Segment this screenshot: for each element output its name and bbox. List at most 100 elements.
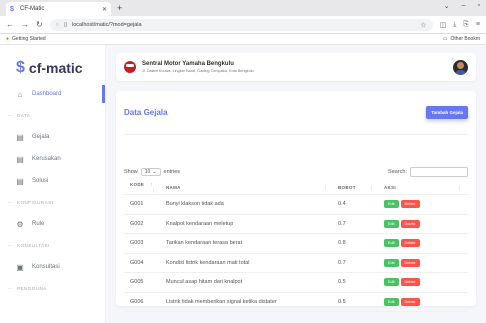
- cell-aksi: Edit Delete: [380, 233, 468, 254]
- show-label: Show: [124, 169, 138, 175]
- entries-label: entries: [163, 169, 181, 175]
- entries-select[interactable]: 10 ⌄: [140, 168, 161, 176]
- table-row: G004 Kondisi listrik kendaraan mati total…: [124, 253, 468, 273]
- store-name: Sentral Motor Yamaha Bengkulu: [142, 61, 234, 67]
- cell-bobot: 0.7: [334, 214, 380, 234]
- pocket-icon[interactable]: ◫: [440, 21, 447, 29]
- main-content: Sentral Motor Yamaha Bengkulu Jl. Dalam …: [106, 45, 486, 323]
- sidebar-item-label: Rule: [32, 221, 45, 227]
- cell-bobot: 0.8: [334, 233, 380, 254]
- cell-bobot: 0.5: [334, 272, 380, 293]
- dollar-logo-icon: $: [16, 59, 25, 76]
- cell-aksi: Edit Delete: [380, 194, 468, 215]
- avatar[interactable]: [453, 59, 468, 75]
- add-gejala-button[interactable]: Tambah Gejala: [426, 106, 468, 119]
- reload-icon[interactable]: ↻: [36, 20, 43, 29]
- delete-button[interactable]: Delete: [400, 239, 420, 248]
- table-row: G005 Muncul asap hitam dari knalpot 0.5 Edi…: [124, 272, 468, 293]
- extensions-icon[interactable]: ⎘: [463, 21, 469, 29]
- cell-nama: Muncul asap hitam dari knalpot: [162, 272, 334, 293]
- table-icon: ▤: [16, 132, 24, 142]
- window-controls: ⌄ – ▫: [444, 2, 480, 10]
- nav-section-header: — DATA: [8, 113, 31, 118]
- page-title: Data Gejala: [124, 108, 168, 117]
- cell-kode: G005: [124, 272, 162, 293]
- sidebar-item-kerusakan[interactable]: ▤ Kerusakan: [0, 148, 105, 170]
- bookmarks-bar: ● Getting Started ▭ Other Bookm: [0, 34, 486, 45]
- back-icon[interactable]: ←: [6, 20, 14, 29]
- column-header-aksi[interactable]: AKSI ⋮: [380, 182, 468, 195]
- table-icon: ▤: [16, 176, 24, 186]
- table-row: G001 Bunyi klakson tidak ada 0.4 Edit Delete: [124, 194, 468, 215]
- maximize-icon[interactable]: ▫: [478, 2, 480, 10]
- sidebar-item-dashboard[interactable]: ⌂ Dashboard: [0, 83, 105, 105]
- browser-toolbar: ← → ↻ ◌ ▯ localhost/matic/?mod=gejala ☆ …: [0, 16, 486, 34]
- nav-section-header: — PENGGUNA: [8, 286, 47, 291]
- column-header-kode[interactable]: KODE ↑ ⋮: [124, 182, 162, 195]
- firefox-icon: ●: [6, 36, 10, 42]
- edit-button[interactable]: Edit: [384, 258, 399, 267]
- address-bar[interactable]: ◌ ▯ localhost/matic/?mod=gejala ☆: [49, 18, 433, 31]
- search-input[interactable]: [410, 167, 468, 177]
- forward-icon[interactable]: →: [21, 20, 29, 29]
- close-tab-icon[interactable]: ✕: [102, 6, 107, 13]
- cell-aksi: Edit Delete: [380, 253, 468, 273]
- cell-aksi: Edit Delete: [380, 292, 468, 312]
- new-tab-icon[interactable]: +: [117, 3, 122, 13]
- nav-section-header: — KONFIGURASI: [8, 200, 54, 205]
- cell-bobot: 0.4: [334, 194, 380, 215]
- cell-kode: G001: [124, 194, 162, 215]
- cf-matic-favicon-icon: $: [10, 5, 14, 13]
- yamaha-logo-icon: [124, 61, 136, 73]
- home-icon: ⌂: [17, 89, 23, 99]
- cell-bobot: 0.7: [334, 253, 380, 273]
- table-row: G006 Listrik tidak memberikan signal keti…: [124, 292, 468, 312]
- bookmark-getting-started[interactable]: ● Getting Started: [6, 36, 46, 42]
- delete-button[interactable]: Delete: [400, 278, 420, 287]
- column-header-nama[interactable]: NAMA ⋮: [162, 182, 334, 195]
- edit-button[interactable]: Edit: [384, 239, 399, 248]
- app: $ cf-matic ⌂ Dashboard — DATA ▤ Gejala ▤ Kerusa…: [0, 45, 486, 323]
- sidebar-item-label: Dashboard: [32, 91, 62, 97]
- other-bookmarks[interactable]: ▭ Other Bookm: [443, 36, 480, 42]
- cell-nama: Listrik tidak memberikan signal ketika d…: [162, 292, 334, 312]
- cell-kode: G004: [124, 253, 162, 273]
- tab-search-chevron-icon[interactable]: ⌄: [444, 2, 450, 10]
- delete-button[interactable]: Delete: [400, 297, 420, 306]
- sort-ascending-icon: ↑: [150, 182, 154, 188]
- menu-icon[interactable]: ≡: [476, 21, 480, 29]
- clipboard-icon: ▣: [16, 262, 24, 272]
- edit-button[interactable]: Edit: [384, 219, 399, 228]
- sidebar-item-gejala[interactable]: ▤ Gejala: [0, 126, 105, 148]
- store-address: Jl. Dalam Kouwa, Lingkar Barat, Gading C…: [142, 69, 254, 73]
- cell-nama: Knalpot kendaraan meletup: [162, 214, 334, 234]
- table-row: G003 Tarikan kendaraan terasa berat 0.8 Edi…: [124, 233, 468, 254]
- sidebar-item-rule[interactable]: ⚙ Rule: [0, 213, 105, 235]
- edit-button[interactable]: Edit: [384, 297, 399, 306]
- delete-button[interactable]: Delete: [400, 258, 420, 267]
- cell-kode: G003: [124, 233, 162, 254]
- cell-kode: G002: [124, 214, 162, 234]
- browser-tab[interactable]: $ CF-Matic ✕: [6, 2, 111, 16]
- cell-aksi: Edit Delete: [380, 272, 468, 293]
- column-header-bobot[interactable]: BOBOT ⋮: [334, 182, 380, 195]
- delete-button[interactable]: Delete: [400, 200, 420, 209]
- nav-section-header: — KONSULTASI: [8, 243, 50, 248]
- sidebar-item-konsultasi[interactable]: ▣ Konsultasi: [0, 256, 105, 278]
- cell-bobot: 0.5: [334, 292, 380, 312]
- edit-button[interactable]: Edit: [384, 278, 399, 287]
- minimize-icon[interactable]: –: [462, 2, 466, 10]
- shield-icon: ◌: [55, 21, 59, 28]
- brand[interactable]: $ cf-matic: [0, 53, 105, 83]
- top-navbar: Sentral Motor Yamaha Bengkulu Jl. Dalam …: [116, 53, 476, 81]
- sidebar-item-solusi[interactable]: ▤ Solusi: [0, 170, 105, 192]
- folder-icon: ▭: [442, 36, 448, 42]
- table-row: G002 Knalpot kendaraan meletup 0.7 Edit Dele…: [124, 214, 468, 234]
- edit-button[interactable]: Edit: [384, 200, 399, 209]
- cell-nama: Tarikan kendaraan terasa berat: [162, 233, 334, 254]
- cell-aksi: Edit Delete: [380, 214, 468, 234]
- bookmark-star-icon[interactable]: ☆: [420, 21, 426, 29]
- tab-title: CF-Matic: [20, 6, 45, 12]
- download-icon[interactable]: ⤓: [453, 21, 456, 29]
- delete-button[interactable]: Delete: [400, 219, 420, 228]
